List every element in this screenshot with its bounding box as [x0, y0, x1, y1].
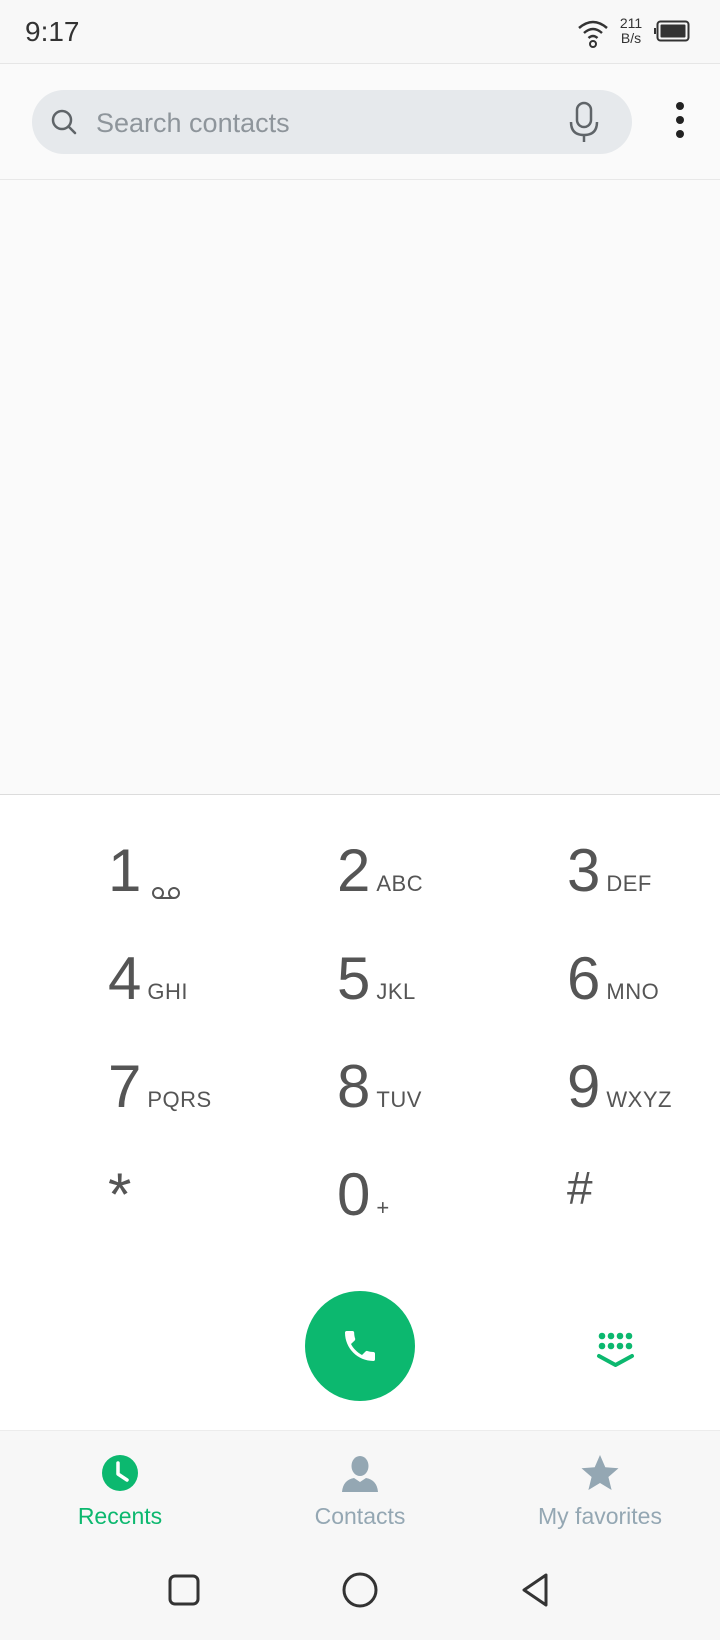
search-placeholder: Search contacts	[96, 108, 290, 138]
phone-icon	[345, 1331, 375, 1361]
dialpad-key-7[interactable]: 7 PQRS	[108, 1057, 308, 1147]
search-header: Search contacts	[0, 64, 720, 180]
dialpad-key-hash[interactable]: #	[567, 1165, 720, 1255]
key-letters: DEF	[606, 871, 652, 896]
voicemail-icon	[152, 887, 181, 899]
dialpad-key-1[interactable]: 1	[108, 841, 308, 931]
net-speed: 211 B/s	[614, 16, 648, 46]
key-digit: 1	[108, 837, 142, 904]
key-letters: +	[376, 1195, 390, 1220]
tab-label: Recents	[77, 1503, 163, 1529]
status-icons: 211 B/s	[578, 16, 698, 50]
key-letters: PQRS	[147, 1087, 212, 1112]
dialpad-key-8[interactable]: 8 TUV	[337, 1057, 537, 1147]
more-icon[interactable]	[666, 100, 694, 144]
dialpad-key-star[interactable]: *	[108, 1165, 308, 1255]
key-digit: 3	[567, 837, 601, 904]
wifi-icon	[578, 20, 608, 48]
key-letters: MNO	[606, 979, 660, 1004]
key-digit: 9	[567, 1053, 601, 1120]
recent-apps-icon[interactable]	[164, 1570, 204, 1610]
net-speed-value: 211	[619, 15, 643, 31]
tab-contacts[interactable]: Contacts	[240, 1431, 480, 1547]
search-icon	[51, 109, 77, 135]
dialpad-key-4[interactable]: 4 GHI	[108, 949, 308, 1039]
key-digit: 8	[337, 1053, 371, 1120]
key-digit: 5	[337, 945, 371, 1012]
home-icon[interactable]	[340, 1570, 380, 1610]
tab-label: Contacts	[314, 1503, 406, 1529]
person-icon	[342, 1456, 378, 1492]
call-button[interactable]	[305, 1291, 415, 1401]
dialpad-key-6[interactable]: 6 MNO	[567, 949, 720, 1039]
tab-recents[interactable]: Recents	[0, 1431, 240, 1547]
bottom-tab-bar: Recents Contacts My favorites	[0, 1430, 720, 1546]
key-letters: WXYZ	[606, 1087, 672, 1112]
battery-icon	[654, 20, 690, 42]
key-digit: 6	[567, 945, 601, 1012]
mic-icon[interactable]	[566, 100, 602, 144]
key-digit: 4	[108, 945, 142, 1012]
tab-favorites[interactable]: My favorites	[480, 1431, 720, 1547]
dialpad-icon[interactable]	[596, 1331, 636, 1371]
key-digit: #	[567, 1162, 593, 1214]
search-input[interactable]: Search contacts	[32, 90, 632, 154]
back-icon[interactable]	[516, 1570, 556, 1610]
dialpad: 1 2 ABC 3 DEF 4 GHI 5 JKL 6 MNO 7 PQRS 8…	[0, 794, 720, 1430]
key-letters: ABC	[376, 871, 424, 896]
dialpad-key-0[interactable]: 0 +	[337, 1165, 537, 1255]
key-letters: GHI	[147, 979, 188, 1004]
dialpad-key-9[interactable]: 9 WXYZ	[567, 1057, 720, 1147]
status-time: 9:17	[25, 16, 80, 47]
dialpad-key-2[interactable]: 2 ABC	[337, 841, 537, 931]
system-navigation-bar	[0, 1546, 720, 1640]
key-letters: JKL	[376, 979, 416, 1004]
key-digit: *	[108, 1161, 132, 1228]
status-bar: 9:17 211 B/s	[0, 0, 720, 64]
key-letters: TUV	[376, 1087, 422, 1112]
dialpad-key-3[interactable]: 3 DEF	[567, 841, 720, 931]
net-speed-unit: B/s	[620, 30, 642, 46]
call-list-area	[0, 180, 720, 794]
key-digit: 2	[337, 837, 371, 904]
tab-label: My favorites	[538, 1503, 662, 1529]
dialpad-key-5[interactable]: 5 JKL	[337, 949, 537, 1039]
clock-icon	[102, 1455, 138, 1491]
key-digit: 7	[108, 1053, 142, 1120]
key-digit: 0	[337, 1161, 371, 1228]
star-icon	[581, 1455, 619, 1490]
